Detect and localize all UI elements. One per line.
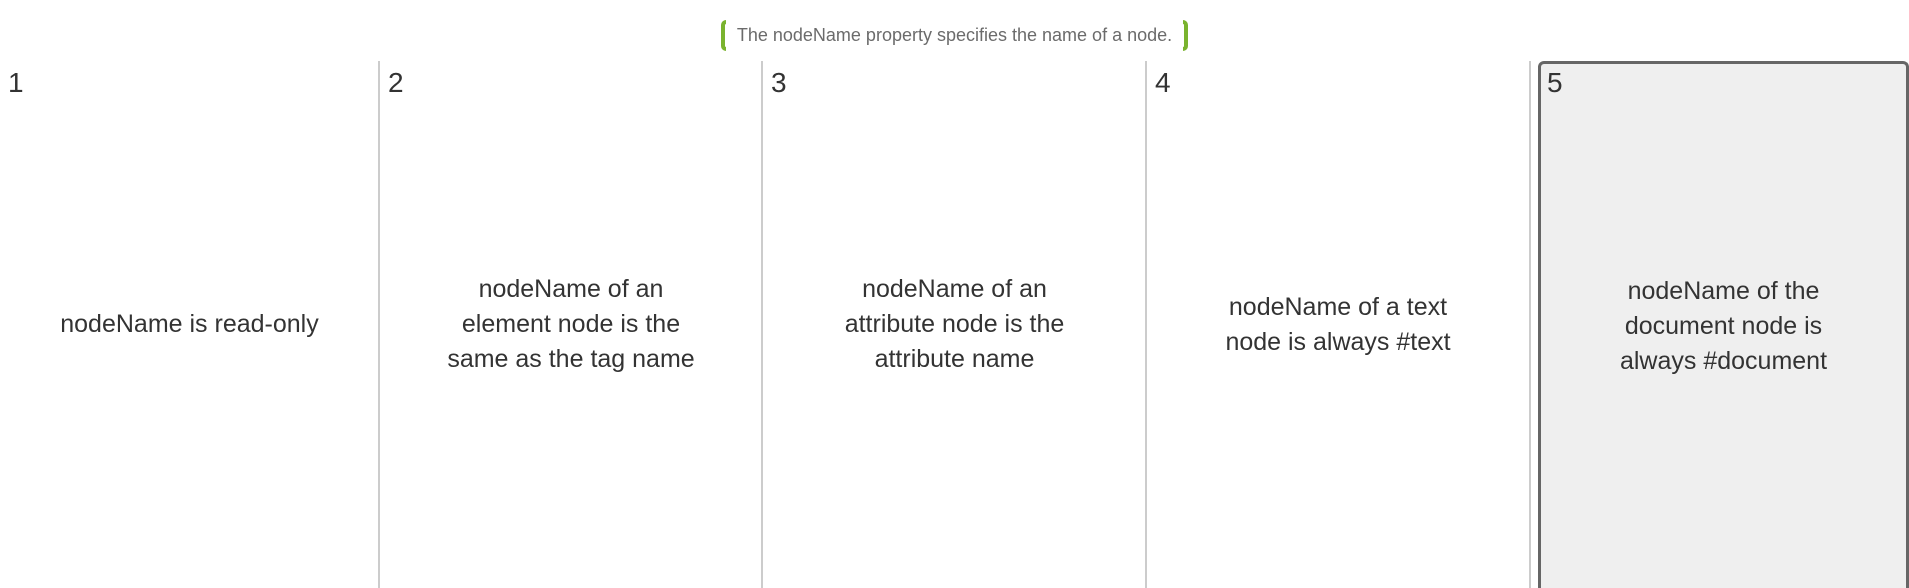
card-divider [1529,61,1531,588]
card-text-wrap: nodeName is read-only [0,61,379,588]
card-text-wrap: nodeName of a text node is always #text [1147,61,1529,588]
card-text-wrap: nodeName of an element node is the same … [380,61,762,588]
matching-activity: The nodeName property specifies the name… [0,0,1909,588]
card-text: nodeName of a text node is always #text [1225,292,1451,356]
card-text: nodeName of an attribute node is the att… [844,275,1065,373]
prompt-container: The nodeName property specifies the name… [720,19,1189,52]
answer-card-5[interactable]: 5 nodeName of the document node is alway… [1538,61,1909,588]
prompt-caption: The nodeName property specifies the name… [0,19,1909,52]
answer-card-2[interactable]: 2 nodeName of an element node is the sam… [380,61,762,588]
right-bracket-icon [1183,20,1189,51]
card-text-wrap: nodeName of the document node is always … [1541,64,1906,588]
card-text-wrap: nodeName of an attribute node is the att… [763,61,1146,588]
answer-cards: 1 nodeName is read-only 2 nodeName of an… [0,61,1909,588]
card-text: nodeName of an element node is the same … [447,275,695,373]
card-text: nodeName of the document node is always … [1619,276,1828,375]
answer-card-3[interactable]: 3 nodeName of an attribute node is the a… [763,61,1146,588]
prompt-text: The nodeName property specifies the name… [736,25,1173,45]
answer-card-1[interactable]: 1 nodeName is read-only [0,61,379,588]
card-text: nodeName is read-only [60,310,319,338]
answer-card-4[interactable]: 4 nodeName of a text node is always #tex… [1147,61,1529,588]
